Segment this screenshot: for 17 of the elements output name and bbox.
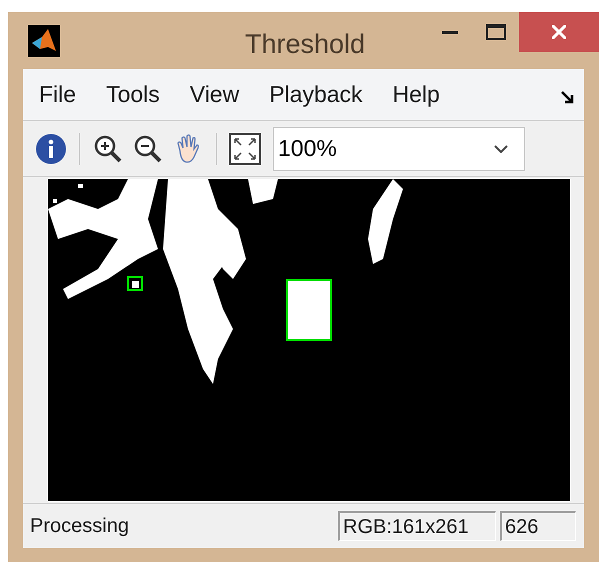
- status-message: Processing: [30, 514, 129, 539]
- status-field: RGB:161x261: [338, 511, 496, 541]
- chevron-down-icon: [494, 144, 508, 152]
- menu-item[interactable]: Help: [392, 77, 440, 112]
- window-title: Threshold: [245, 28, 366, 61]
- menu-item[interactable]: File: [39, 77, 76, 112]
- menu-item[interactable]: Tools: [106, 77, 160, 112]
- app-logo-icon: [28, 24, 60, 56]
- status-field: 626: [500, 511, 576, 541]
- menu-item[interactable]: View: [190, 77, 240, 112]
- dock-arrow-icon[interactable]: [560, 89, 576, 105]
- zoom-dropdown[interactable]: 100%: [273, 126, 525, 170]
- info-icon[interactable]: [35, 132, 67, 164]
- close-button[interactable]: [519, 12, 599, 52]
- menu-item[interactable]: Playback: [269, 77, 363, 112]
- fit-to-window-icon[interactable]: [229, 132, 261, 164]
- close-icon: [552, 25, 566, 39]
